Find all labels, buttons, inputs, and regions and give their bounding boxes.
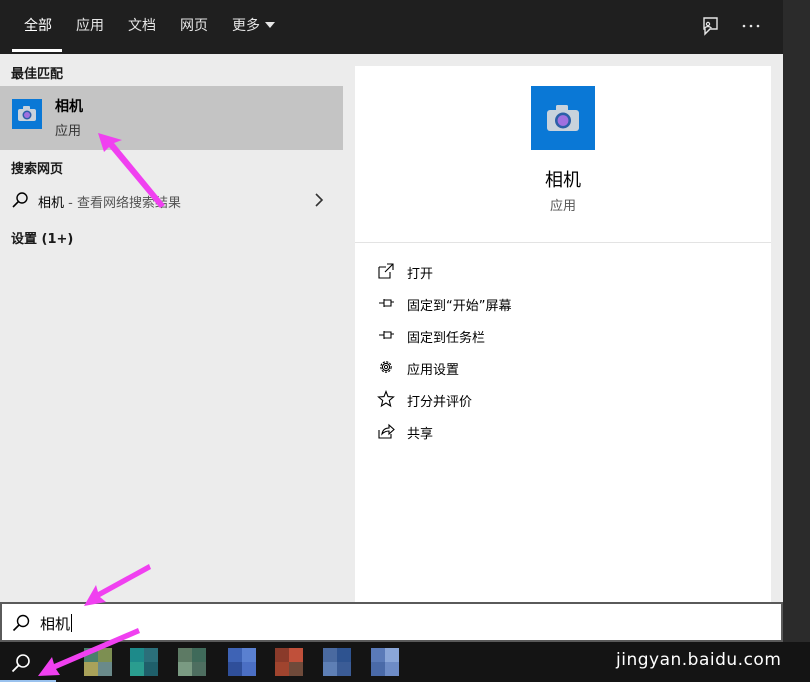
search-input-text: 相机 <box>40 613 73 634</box>
taskbar-app-3[interactable] <box>178 648 206 676</box>
tab-documents[interactable]: 文档 <box>128 0 156 54</box>
tab-web[interactable]: 网页 <box>180 0 208 54</box>
active-tab-indicator <box>12 49 62 52</box>
taskbar-app-4[interactable] <box>228 648 256 676</box>
chevron-down-icon <box>265 22 275 28</box>
web-result-suffix: - 查看网络搜索结果 <box>64 196 181 211</box>
action-app-settings-label: 应用设置 <box>407 363 460 378</box>
search-web-heading: 搜索网页 <box>11 162 64 177</box>
taskbar-app-6[interactable] <box>323 648 351 676</box>
taskbar-app-7[interactable] <box>371 648 399 676</box>
action-open-label: 打开 <box>407 267 434 282</box>
action-pin-taskbar-label: 固定到任务栏 <box>407 331 486 346</box>
results-panel: 最佳匹配 相机 应用 搜索网页 相机 - 查看网络搜索结果 设置 (1+) <box>0 54 343 602</box>
taskbar-search-icon[interactable] <box>10 652 32 674</box>
best-match-name: 相机 <box>55 99 83 115</box>
text-cursor <box>71 614 73 632</box>
action-share-label: 共享 <box>407 427 434 442</box>
search-input[interactable]: 相机 <box>0 602 783 642</box>
preview-app-name: 相机 <box>545 170 581 191</box>
search-input-value: 相机 <box>40 615 71 633</box>
action-pin-start-label: 固定到“开始”屏幕 <box>407 299 512 314</box>
preview-divider <box>355 242 771 243</box>
taskbar-app-5[interactable] <box>275 648 303 676</box>
best-match-heading: 最佳匹配 <box>11 67 64 82</box>
tab-more[interactable]: 更多 <box>232 0 275 54</box>
pin-icon <box>379 299 394 307</box>
feedback-icon[interactable] <box>698 15 720 37</box>
preview-panel: 相机 应用 打开 固定到“开始”屏幕 固定到任务栏 应用设置 打分并评价 共享 <box>355 66 771 602</box>
preview-app-type: 应用 <box>549 199 576 214</box>
star-icon <box>377 390 395 408</box>
action-rate-review-label: 打分并评价 <box>407 395 473 410</box>
share-icon <box>378 423 395 439</box>
gear-icon <box>380 361 392 373</box>
pin-icon <box>379 331 394 339</box>
tab-all[interactable]: 全部 <box>24 0 52 54</box>
best-match-type: 应用 <box>55 124 82 139</box>
chevron-right-icon[interactable] <box>313 192 325 208</box>
camera-icon <box>12 99 42 129</box>
tab-apps[interactable]: 应用 <box>76 0 104 54</box>
watermark: jingyan.baidu.com <box>616 650 782 670</box>
search-icon <box>12 192 28 208</box>
tab-more-label: 更多 <box>232 18 260 34</box>
open-icon <box>378 263 394 279</box>
camera-icon <box>531 86 595 150</box>
settings-heading[interactable]: 设置 (1+) <box>11 228 73 247</box>
web-result-label: 相机 - 查看网络搜索结果 <box>38 192 181 211</box>
web-result-query: 相机 <box>38 196 65 211</box>
web-search-result[interactable]: 相机 - 查看网络搜索结果 <box>0 182 343 218</box>
search-icon <box>12 614 30 632</box>
best-match-result[interactable]: 相机 应用 <box>0 86 343 150</box>
search-tab-bar: 全部 应用 文档 网页 更多 <box>0 0 783 54</box>
more-options-icon[interactable] <box>740 15 762 37</box>
taskbar-app-1[interactable] <box>84 648 112 676</box>
taskbar-app-2[interactable] <box>130 648 158 676</box>
